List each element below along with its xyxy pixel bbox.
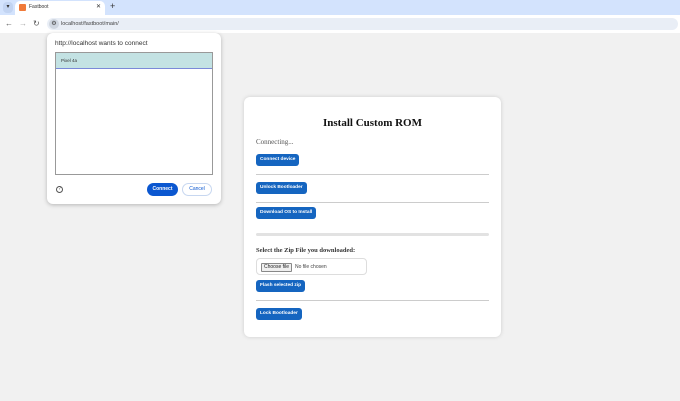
- dialog-title: http://localhost wants to connect: [55, 40, 148, 47]
- tab-bar: ▾ Fastboot ✕ +: [0, 0, 680, 15]
- forward-icon[interactable]: →: [19, 18, 27, 30]
- device-list[interactable]: Pixel 4a: [55, 52, 213, 175]
- url-text[interactable]: localhost/fastboot/main/: [61, 18, 119, 30]
- back-icon[interactable]: ←: [5, 18, 13, 30]
- download-progress-bar: [256, 233, 489, 236]
- zip-label: Select the Zip File you downloaded:: [256, 247, 356, 254]
- new-tab-button[interactable]: +: [110, 1, 115, 11]
- flash-zip-button[interactable]: Flash selected zip: [256, 280, 306, 292]
- reload-icon[interactable]: ↻: [33, 18, 40, 30]
- file-status: No file chosen: [295, 264, 327, 270]
- status-text: Connecting...: [256, 138, 294, 146]
- device-chooser-dialog: http://localhost wants to connect Pixel …: [47, 33, 221, 204]
- divider: [256, 300, 489, 301]
- zip-file-input[interactable]: Choose file No file chosen: [256, 258, 367, 275]
- install-card: Install Custom ROM Connecting... Connect…: [244, 97, 501, 337]
- tab-search-button[interactable]: ▾: [3, 2, 13, 13]
- page-title: Install Custom ROM: [322, 117, 422, 129]
- connect-device-button[interactable]: Connect device: [256, 154, 300, 166]
- address-bar[interactable]: ⚙ localhost/fastboot/main/: [47, 18, 678, 30]
- unlock-bootloader-button[interactable]: Unlock Bootloader: [256, 182, 307, 194]
- lock-bootloader-button[interactable]: Lock Bootloader: [256, 308, 302, 320]
- device-item[interactable]: Pixel 4a: [56, 53, 212, 69]
- tab-title: Fastboot: [29, 4, 49, 10]
- close-tab-icon[interactable]: ✕: [96, 3, 101, 12]
- help-icon[interactable]: ?: [56, 186, 63, 193]
- favicon-icon: [19, 4, 26, 11]
- download-os-button[interactable]: Download OS to Install: [256, 207, 317, 219]
- toolbar: ← → ↻ ⚙ localhost/fastboot/main/: [0, 15, 680, 33]
- choose-file-button[interactable]: Choose file: [261, 263, 293, 272]
- tab-fastboot[interactable]: Fastboot ✕: [15, 1, 105, 15]
- divider: [256, 174, 489, 175]
- cancel-button[interactable]: Cancel: [182, 183, 212, 196]
- connect-button[interactable]: Connect: [147, 183, 178, 196]
- site-info-icon[interactable]: ⚙: [49, 19, 59, 29]
- divider: [256, 202, 489, 203]
